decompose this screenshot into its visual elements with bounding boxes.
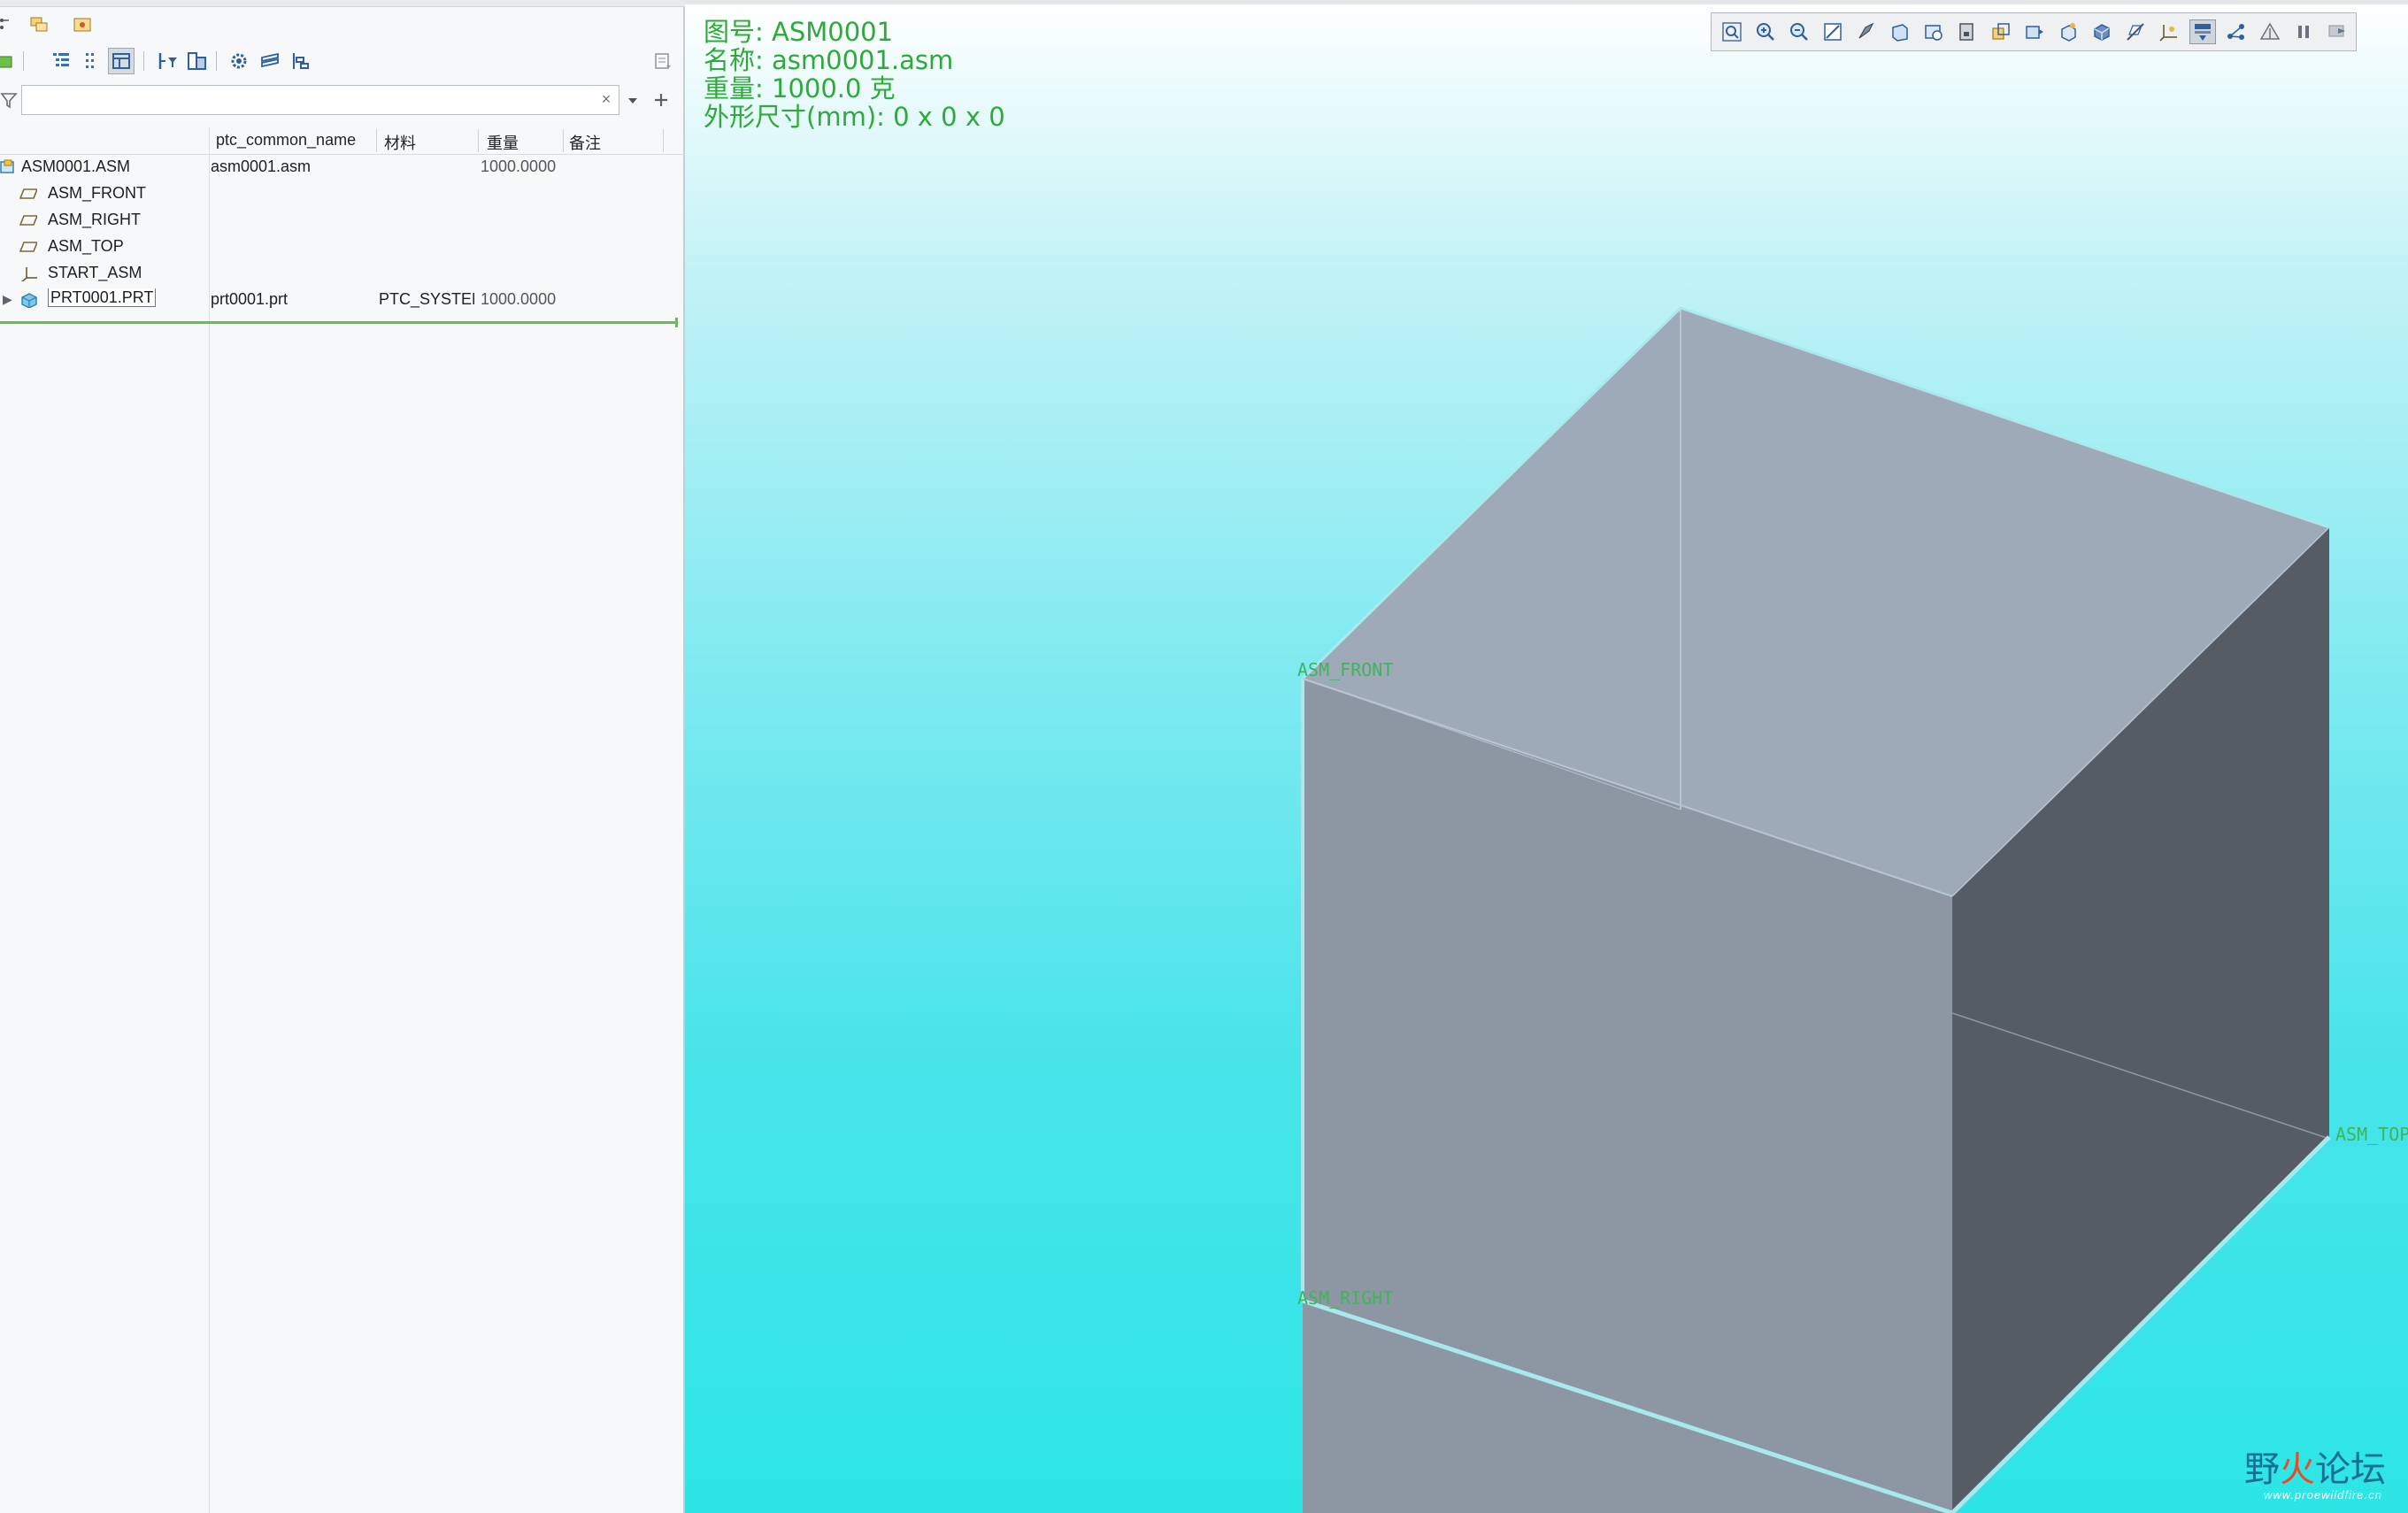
- expand-arrow-icon[interactable]: ▶: [3, 292, 12, 307]
- assembly-icon: [0, 159, 14, 173]
- tree-search-input[interactable]: [21, 85, 619, 115]
- toolbar-separator: [23, 51, 24, 71]
- repaint-icon[interactable]: [1819, 19, 1846, 44]
- datum-plane-icon: [19, 242, 37, 252]
- model-tree-icon[interactable]: [0, 48, 19, 74]
- axis-display-icon[interactable]: [2122, 19, 2149, 44]
- clear-search-icon[interactable]: ×: [598, 91, 614, 107]
- tree-row-start-asm[interactable]: START_ASM: [0, 260, 678, 287]
- tree-filter-icon[interactable]: [154, 48, 181, 74]
- tree-row-asm-front[interactable]: ASM_FRONT: [0, 180, 678, 207]
- model-tree-panel: × ptc_common_name 材料 重量 备注 ASM0001.ASM a…: [0, 0, 685, 1513]
- column-display-icon[interactable]: [184, 48, 211, 74]
- tree-list-icon[interactable]: [48, 48, 74, 74]
- refit-icon[interactable]: [1719, 19, 1745, 44]
- tree-row-name: ASM_RIGHT: [48, 211, 142, 228]
- next-icon[interactable]: [2324, 19, 2350, 44]
- drawing-number-text: 图号: ASM0001: [704, 17, 894, 47]
- datum-label-right[interactable]: ASM_RIGHT: [1297, 1287, 1393, 1309]
- column-separator[interactable]: [478, 129, 479, 152]
- datum-plane-icon: [19, 188, 37, 199]
- watermark-fire-char: 火: [2280, 1449, 2315, 1490]
- search-dropdown-icon[interactable]: [626, 96, 640, 106]
- view-icon[interactable]: [1887, 19, 1913, 44]
- part-icon: [21, 293, 37, 308]
- layers-icon[interactable]: [257, 48, 283, 74]
- watermark-url: www.proewildfire.cn: [2264, 1488, 2382, 1501]
- selected-name-box[interactable]: PRT0001.PRT: [48, 288, 157, 307]
- datum-label-front[interactable]: ASM_FRONT: [1297, 659, 1393, 680]
- section-icon[interactable]: [1988, 19, 2014, 44]
- pause-icon[interactable]: [2290, 19, 2317, 44]
- model-info-overlay: 图号: ASM0001 名称: asm0001.asm 重量: 1000.0 克…: [704, 18, 1005, 131]
- watermark-text: 论坛: [2315, 1449, 2386, 1490]
- tree-column-header: ptc_common_name 材料 重量 备注: [0, 127, 685, 155]
- shading-icon[interactable]: [1853, 19, 1880, 44]
- tree-row-material: PTC_SYSTEM: [379, 290, 474, 308]
- forum-watermark: 野火论坛 www.proewildfire.cn: [2244, 1440, 2386, 1501]
- model-tree-toolbar: [0, 42, 685, 80]
- tab-strip: [0, 0, 685, 7]
- tree-row-asm-right[interactable]: ASM_RIGHT: [0, 207, 678, 234]
- display-style-icon[interactable]: [2021, 19, 2048, 44]
- graphics-viewport[interactable]: ASM_FRONT ASM_RIGHT ASM_TOP 图号: ASM0001 …: [685, 0, 2408, 1513]
- model-name-text: 名称: asm0001.asm: [704, 45, 954, 75]
- tree-row-name: START_ASM: [48, 264, 142, 281]
- annotation-display-icon[interactable]: [2223, 19, 2250, 44]
- tree-row-weight: 1000.0000: [481, 157, 557, 175]
- column-separator[interactable]: [563, 129, 564, 152]
- csys-display-icon[interactable]: [2156, 19, 2182, 44]
- cube-model[interactable]: ASM_FRONT ASM_RIGHT ASM_TOP: [685, 0, 2408, 1513]
- point-display-icon[interactable]: [2189, 19, 2216, 44]
- tree-display-icon[interactable]: [2257, 19, 2283, 44]
- add-item-icon[interactable]: [652, 91, 670, 109]
- weight-text: 重量: 1000.0 克: [704, 73, 896, 104]
- tree-row-name: ASM_FRONT: [48, 184, 147, 202]
- graphics-toolbar: [1711, 12, 2357, 51]
- tree-columns-icon[interactable]: [78, 48, 104, 74]
- tree-search-row: ×: [0, 83, 685, 117]
- zoom-out-icon[interactable]: [1786, 19, 1812, 44]
- toolbar-separator: [216, 51, 217, 71]
- tree-column-divider: [209, 127, 210, 1513]
- watermark-char: 野: [2244, 1449, 2280, 1490]
- tree-settings-icon[interactable]: [108, 48, 135, 74]
- watermark-logo: 野火论坛: [2244, 1440, 2386, 1492]
- tree-row-asm0001[interactable]: ASM0001.ASM asm0001.asm 1000.0000: [0, 154, 678, 180]
- tree-row-name: ASM_TOP: [48, 237, 124, 255]
- column-header-common-name[interactable]: ptc_common_name: [216, 131, 356, 150]
- filter-icon[interactable]: [0, 91, 18, 109]
- spin-center-icon[interactable]: [2055, 19, 2081, 44]
- zoom-in-icon[interactable]: [1752, 19, 1779, 44]
- coordinate-system-icon: [20, 267, 37, 281]
- dimensions-text: 外形尺寸(mm): 0 x 0 x 0: [704, 102, 1005, 132]
- column-header-notes[interactable]: 备注: [569, 131, 601, 154]
- panel-menu-icon[interactable]: [650, 48, 676, 74]
- favorites-icon[interactable]: [71, 14, 94, 35]
- datum-plane-icon: [19, 215, 37, 226]
- column-header-weight[interactable]: 重量: [487, 131, 519, 154]
- tree-row-prt0001[interactable]: ▶ PRT0001.PRT prt0001.prt PTC_SYSTEM 100…: [0, 287, 678, 313]
- column-separator[interactable]: [663, 129, 664, 152]
- saved-views-icon[interactable]: [1920, 19, 1947, 44]
- toolbar-separator: [143, 51, 144, 71]
- perspective-icon[interactable]: [1954, 19, 1981, 44]
- tree-row-common-name: asm0001.asm: [211, 157, 312, 175]
- column-header-material[interactable]: 材料: [384, 131, 416, 154]
- column-separator[interactable]: [376, 129, 377, 152]
- tree-row-common-name: prt0001.prt: [211, 290, 288, 308]
- insert-here-indicator[interactable]: [0, 318, 678, 327]
- tree-row-asm-top[interactable]: ASM_TOP: [0, 234, 678, 260]
- tree-expand-icon[interactable]: [0, 14, 18, 35]
- gear-icon[interactable]: [227, 48, 253, 74]
- tree-row-name: ASM0001.ASM: [21, 157, 131, 175]
- tree-row-weight: 1000.0000: [481, 290, 557, 308]
- plane-display-icon[interactable]: [2089, 19, 2115, 44]
- datum-label-top[interactable]: ASM_TOP: [2335, 1124, 2408, 1145]
- layer-tree-icon[interactable]: [28, 14, 51, 35]
- tree-row-name[interactable]: PRT0001.PRT: [48, 288, 157, 307]
- panel-mini-toolbar: [0, 9, 685, 41]
- structure-icon[interactable]: [287, 48, 313, 74]
